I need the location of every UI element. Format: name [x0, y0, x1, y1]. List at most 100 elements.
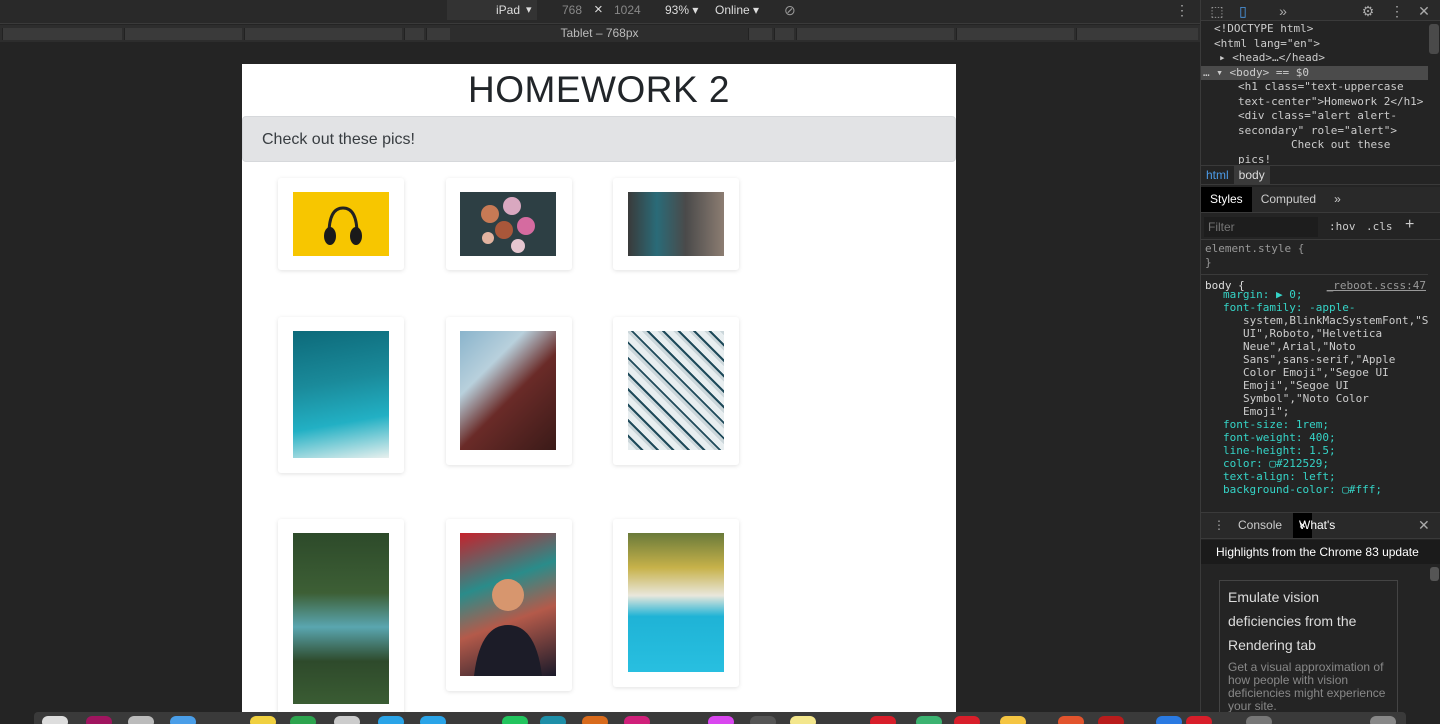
dock-app-icon[interactable]: [708, 716, 734, 724]
rotate-icon[interactable]: ⊘: [784, 0, 796, 20]
dock-app-icon[interactable]: [128, 716, 154, 724]
dock-app-icon[interactable]: [86, 716, 112, 724]
div-text-line1[interactable]: Check out these: [1201, 138, 1428, 153]
crumb-body[interactable]: body: [1233, 166, 1270, 184]
dock-app-icon[interactable]: [870, 716, 896, 724]
dock-app-icon[interactable]: [250, 716, 276, 724]
div-node-line2[interactable]: secondary" role="alert">: [1201, 124, 1428, 139]
dock-app-icon[interactable]: [624, 716, 650, 724]
h1-node-line2[interactable]: text-center">Homework 2</h1>: [1201, 95, 1428, 110]
media-segment[interactable]: [2, 28, 122, 40]
style-text-align[interactable]: text-align: left;: [1201, 470, 1428, 483]
style-color[interactable]: color: ▢#212529;: [1201, 457, 1428, 470]
dock-app-icon[interactable]: [378, 716, 404, 724]
body-node[interactable]: … ▾ <body> == $0: [1201, 65, 1428, 80]
head-node[interactable]: ▸ <head>…</head>: [1201, 51, 1428, 66]
drawer-menu-icon[interactable]: ⋮: [1213, 513, 1225, 538]
photo-woman-window: [628, 192, 724, 256]
dock-app-icon[interactable]: [1186, 716, 1212, 724]
new-rule-icon[interactable]: +: [1405, 216, 1414, 234]
dock-app-icon[interactable]: [582, 716, 608, 724]
drawer-scrollbar[interactable]: [1430, 567, 1439, 581]
inspect-icon[interactable]: ⬚: [1207, 1, 1227, 21]
cls-toggle[interactable]: .cls: [1366, 220, 1393, 233]
hov-toggle[interactable]: :hov: [1329, 220, 1356, 233]
page-title: HOMEWORK 2: [468, 69, 730, 110]
styles-pane: element.style { } body { _reboot.scss:47…: [1201, 241, 1428, 511]
media-segment[interactable]: [1076, 28, 1198, 40]
div-node-line1[interactable]: <div class="alert alert-: [1201, 109, 1428, 124]
div-text-line2[interactable]: pics!: [1201, 153, 1428, 165]
media-segment[interactable]: [244, 28, 402, 40]
dock-app-icon[interactable]: [1000, 716, 1026, 724]
more-tabs-icon[interactable]: »: [1273, 1, 1293, 21]
settings-icon[interactable]: ⚙: [1358, 1, 1378, 21]
dock-app-icon[interactable]: [1058, 716, 1084, 724]
h1-node-line1[interactable]: <h1 class="text-uppercase: [1201, 80, 1428, 95]
doctype-node[interactable]: <!DOCTYPE html>: [1201, 22, 1428, 37]
stylesheet-link[interactable]: _reboot.scss:47: [1327, 279, 1426, 292]
photo-headphones: [293, 192, 389, 256]
tab-console[interactable]: Console: [1238, 513, 1282, 538]
dock-app-icon[interactable]: [334, 716, 360, 724]
tab-computed[interactable]: Computed: [1252, 187, 1325, 212]
style-background-color[interactable]: background-color: ▢#fff;: [1201, 483, 1428, 496]
style-font-weight[interactable]: font-weight: 400;: [1201, 431, 1428, 444]
html-node[interactable]: <html lang="en">: [1201, 37, 1428, 52]
photo-card: [613, 519, 739, 687]
dock-app-icon[interactable]: [1246, 716, 1272, 724]
dock-app-icon[interactable]: [790, 716, 816, 724]
device-select[interactable]: iPad: [447, 0, 537, 20]
drawer-close-icon[interactable]: ✕: [1418, 513, 1430, 538]
style-font-family-cont: Color Emoji","Segoe UI: [1243, 366, 1389, 379]
width-input[interactable]: 768: [562, 0, 582, 20]
photo-donuts: [460, 192, 556, 256]
close-icon[interactable]: ✕: [1414, 1, 1434, 21]
style-font-family[interactable]: font-family: -apple-: [1201, 301, 1428, 314]
dock-app-icon[interactable]: [290, 716, 316, 724]
element-style-rule[interactable]: element.style {: [1201, 241, 1428, 256]
more-panes-icon[interactable]: »: [1325, 187, 1350, 212]
whats-new-card[interactable]: Emulate vision deficiencies from the Ren…: [1219, 580, 1398, 724]
tab-whats-new[interactable]: What's New ×: [1293, 513, 1335, 557]
kebab-menu-icon[interactable]: ⋮: [1387, 1, 1407, 21]
elements-scrollbar[interactable]: [1429, 24, 1439, 54]
photo-reef: [293, 331, 389, 458]
elements-tree[interactable]: <!DOCTYPE html> <html lang="en"> ▸ <head…: [1201, 22, 1428, 164]
dock-app-icon[interactable]: [42, 716, 68, 724]
photo-card: [278, 178, 404, 270]
media-segment[interactable]: [426, 28, 450, 40]
body-selector[interactable]: body {: [1201, 279, 1245, 292]
device-toggle-icon[interactable]: ▯: [1233, 1, 1253, 21]
style-font-family-cont: Neue",Arial,"Noto: [1243, 340, 1356, 353]
style-line-height[interactable]: line-height: 1.5;: [1201, 444, 1428, 457]
media-segment[interactable]: [956, 28, 1074, 40]
dock-app-icon[interactable]: [750, 716, 776, 724]
more-options-icon[interactable]: ⋮: [1175, 0, 1189, 20]
device-name: iPad: [496, 3, 521, 17]
dock-app-icon[interactable]: [420, 716, 446, 724]
height-input[interactable]: 1024: [614, 0, 641, 20]
crumb-html[interactable]: html: [1201, 166, 1234, 184]
dock-app-icon[interactable]: [170, 716, 196, 724]
media-segment[interactable]: [404, 28, 424, 40]
dock-app-icon[interactable]: [954, 716, 980, 724]
media-segment[interactable]: [748, 28, 772, 40]
style-font-size[interactable]: font-size: 1rem;: [1201, 418, 1428, 431]
dock-app-icon[interactable]: [1156, 716, 1182, 724]
dock-app-icon[interactable]: [916, 716, 942, 724]
media-segment[interactable]: [796, 28, 954, 40]
dock-app-icon[interactable]: [540, 716, 566, 724]
dock-app-icon[interactable]: [1098, 716, 1124, 724]
zoom-select[interactable]: 93% ▾: [665, 0, 698, 20]
dock-app-icon[interactable]: [1370, 716, 1396, 724]
styles-filter-input[interactable]: [1204, 217, 1318, 237]
network-select[interactable]: Online ▾: [715, 0, 759, 20]
styles-tabs: Styles Computed»: [1201, 187, 1440, 213]
media-segment[interactable]: [774, 28, 794, 40]
dock-app-icon[interactable]: [502, 716, 528, 724]
tab-styles[interactable]: Styles: [1201, 187, 1252, 212]
media-segment[interactable]: [124, 28, 242, 40]
style-font-family-cont: Emoji","Segoe UI: [1243, 379, 1349, 392]
drawer-tabs: ⋮ Console What's New × ✕: [1201, 512, 1440, 557]
